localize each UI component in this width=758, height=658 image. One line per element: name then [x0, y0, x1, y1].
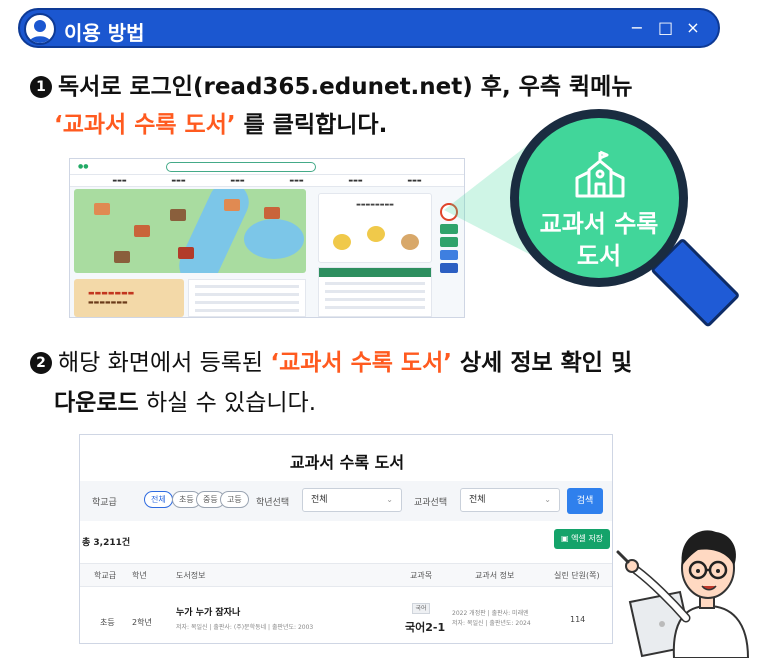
- row-book-meta: 저자: 목일신 | 출판사: (주)문학동네 | 출판년도: 2003: [176, 624, 314, 631]
- excel-icon: ▣: [560, 534, 572, 543]
- chevron-down-icon: ⌄: [544, 495, 551, 504]
- grade-select[interactable]: 전체 ⌄: [302, 488, 402, 512]
- grade-select-value: 전체: [311, 495, 328, 505]
- row-textbook-info-1: 2022 개정판 | 출판사: 미래엔: [452, 610, 529, 617]
- excel-save-button[interactable]: ▣ 엑셀 저장: [554, 529, 610, 549]
- step2-pre: 해당 화면에서 등록된: [58, 350, 271, 376]
- chevron-down-icon: ⌄: [386, 495, 393, 504]
- total-count: 총 3,211건: [82, 538, 131, 548]
- pill-high[interactable]: 고등: [220, 491, 249, 508]
- magnifier-label-line1: 교과서 수록: [539, 210, 659, 238]
- col-school: 학교급: [94, 571, 117, 580]
- textbook-list-screenshot: 교과서 수록 도서 학교급 전체 초등 중등 고등 학년선택 전체 ⌄ 교과선택…: [79, 434, 613, 644]
- step2-line1: 2 해당 화면에서 등록된 ‘교과서 수록 도서’ 상세 정보 확인 및: [30, 346, 632, 380]
- school-building-icon: [575, 150, 625, 198]
- textbook-select[interactable]: 전체 ⌄: [460, 488, 560, 512]
- magnifier-lens: 교과서 수록 도서: [510, 109, 688, 287]
- row-grade: 2학년: [132, 618, 152, 627]
- col-pages: 실린 단원(쪽): [554, 571, 600, 580]
- school-label: 학교급: [92, 498, 117, 508]
- table-header: 학교급 학년 도서정보 교과목 교과서 정보 실린 단원(쪽): [80, 563, 612, 587]
- step2-number: 2: [30, 352, 52, 374]
- magnifier-label-line2: 도서: [576, 242, 622, 270]
- pill-all[interactable]: 전체: [144, 491, 173, 508]
- grade-label: 학년선택: [256, 498, 290, 508]
- step2-rest: 하실 수 있습니다.: [138, 390, 317, 416]
- row-pages: 114: [570, 615, 586, 624]
- excel-save-label: 엑셀 저장: [571, 534, 604, 543]
- step2-post: 상세 정보 확인 및: [451, 350, 633, 376]
- col-grade: 학년: [132, 571, 147, 580]
- step2-highlight: ‘교과서 수록 도서’: [270, 350, 452, 376]
- filter-bar: 학교급 전체 초등 중등 고등 학년선택 전체 ⌄ 교과선택 전체 ⌄ 검색: [80, 481, 612, 521]
- list-page-title: 교과서 수록 도서: [289, 453, 405, 472]
- textbook-label: 교과선택: [414, 498, 448, 508]
- search-button[interactable]: 검색: [567, 488, 603, 514]
- pointing-character-illustration: [616, 530, 750, 658]
- step2-download: 다운로드: [54, 390, 139, 416]
- textbook-select-value: 전체: [469, 495, 486, 505]
- row-textbook-info-2: 저자: 목일신 | 출판년도: 2024: [452, 620, 531, 627]
- col-textbook-info: 교과서 정보: [475, 571, 515, 580]
- row-school: 초등: [100, 618, 115, 627]
- row-subject: 국어2-1: [405, 621, 446, 634]
- col-book-info: 도서정보: [176, 571, 206, 580]
- row-subject-badge: 국어: [412, 603, 430, 614]
- step2-line2: 다운로드 하실 수 있습니다.: [54, 386, 316, 420]
- row-book-title[interactable]: 누가 누가 잠자나: [176, 605, 240, 618]
- col-subject: 교과목: [410, 571, 433, 580]
